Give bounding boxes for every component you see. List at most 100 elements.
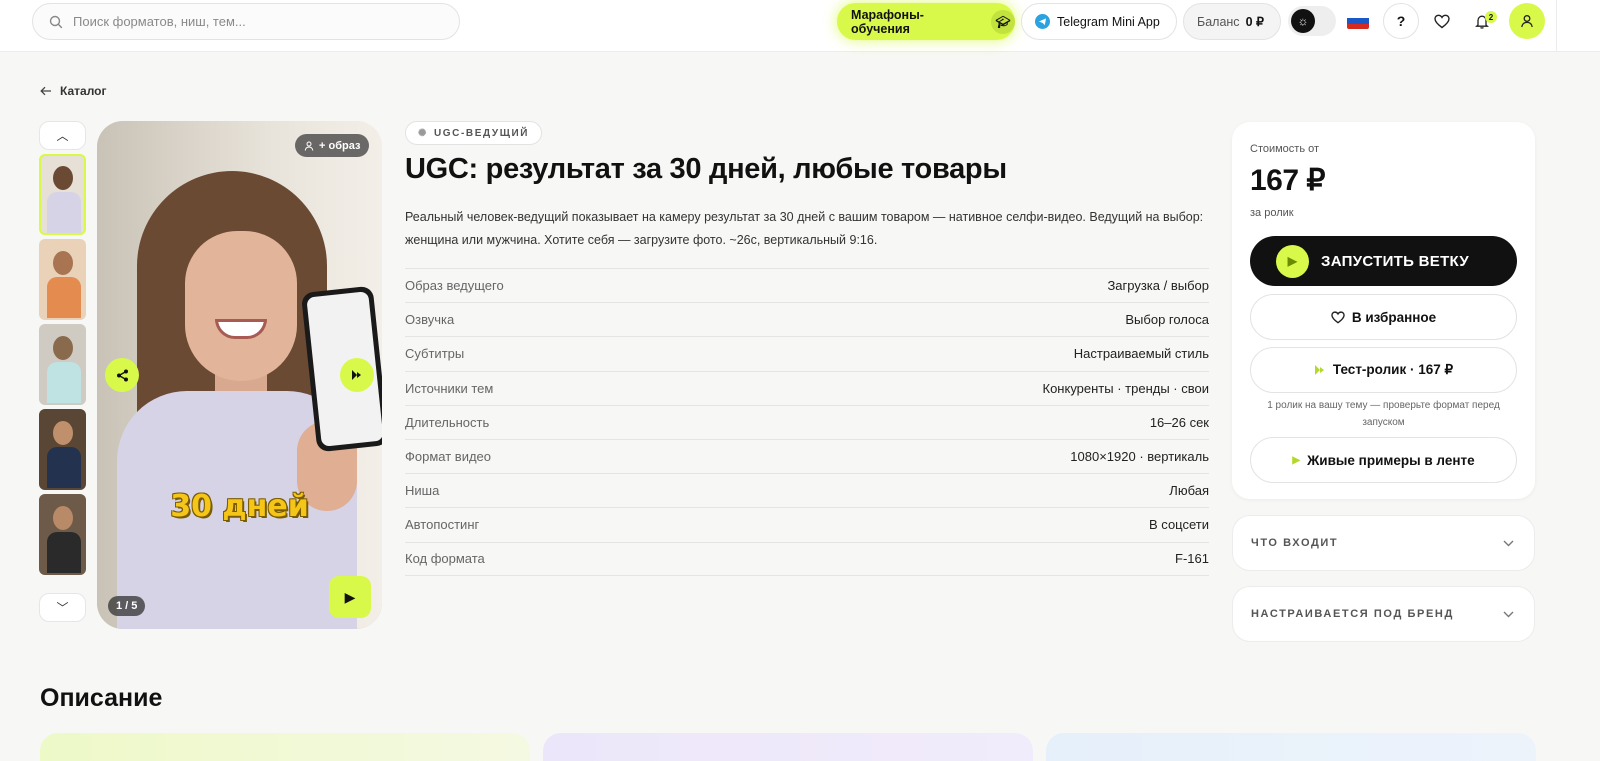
- test-video-label: Тест-ролик · 167 ₽: [1332, 362, 1454, 377]
- fast-forward-icon: [1314, 365, 1324, 375]
- description-card-2: [543, 733, 1033, 761]
- search-input[interactable]: [73, 14, 459, 29]
- description-card-1: [40, 733, 530, 761]
- spec-row: Источники тем Конкуренты · тренды · свои: [405, 370, 1210, 405]
- balance-label: Баланс: [1197, 14, 1240, 29]
- thumbnail-1[interactable]: [39, 154, 86, 235]
- price-per-label: за ролик: [1250, 207, 1294, 219]
- video-preview[interactable]: + образ 30 дней 1 / 5 ▶: [97, 121, 382, 629]
- live-examples-label: Живые примеры в ленте: [1307, 452, 1475, 468]
- spec-row: Автопостинг В соцсети: [405, 507, 1209, 541]
- test-video-note: 1 ролик на вашу тему — проверьте формат …: [1267, 400, 1500, 428]
- fast-forward-icon: [352, 370, 361, 380]
- chevron-down-icon: [1503, 540, 1514, 546]
- add-to-favorites-label: В избранное: [1351, 309, 1437, 325]
- spec-label: Код формата: [405, 551, 485, 567]
- sparkle-icon: ✺: [418, 127, 428, 139]
- thumbnail-list: ︿ ﹀: [39, 121, 86, 622]
- spec-row: Длительность 16–26 сек: [405, 404, 1209, 439]
- avatar-badge-label: + образ: [319, 139, 361, 152]
- telegram-label: Telegram Mini App: [1057, 14, 1160, 29]
- accordion-brand-label: НАСТРАИВАЕТСЯ ПОД БРЕНД: [1251, 608, 1454, 620]
- profile-button[interactable]: [1509, 3, 1545, 39]
- spec-label: Ниша: [405, 483, 440, 499]
- help-label: ?: [1396, 13, 1406, 29]
- spec-value: Любая: [1169, 483, 1209, 499]
- spec-table: Образ ведущего Загрузка / выбор Озвучка Выб…: [405, 268, 1209, 576]
- spec-label: Автопостинг: [405, 517, 480, 533]
- spec-label: Формат видео: [405, 449, 492, 465]
- balance-button[interactable]: Баланс 0 ₽: [1183, 3, 1281, 40]
- add-to-favorites-button[interactable]: В избранное: [1250, 294, 1517, 340]
- launch-branch-button[interactable]: ▶ ЗАПУСТИТЬ ВЕТКУ: [1250, 236, 1517, 286]
- price-card: Стоимость от 167 ₽ за ролик ▶ ЗАПУСТИТЬ …: [1232, 122, 1535, 499]
- search-box[interactable]: [32, 3, 460, 40]
- heart-icon: [1331, 310, 1345, 324]
- person-icon: [304, 141, 314, 151]
- price-from-label: Стоимость от: [1250, 143, 1320, 155]
- accordion-included[interactable]: ЧТО ВХОДИТ: [1232, 515, 1535, 571]
- notifications-button[interactable]: 2: [1464, 3, 1500, 39]
- description-section-title: Описание: [40, 684, 163, 712]
- telegram-mini-app-button[interactable]: Telegram Mini App: [1021, 3, 1177, 40]
- thumbnail-4[interactable]: [39, 409, 86, 490]
- video-caption: 30 дней: [170, 489, 309, 524]
- share-icon: [116, 369, 128, 381]
- spec-value: 16–26 сек: [1149, 414, 1209, 430]
- graduation-cap-icon: 🎓︎: [991, 9, 1015, 34]
- notifications-badge: 2: [1485, 11, 1497, 23]
- play-icon: ▶: [1292, 454, 1301, 466]
- thumbnail-2[interactable]: [39, 239, 86, 320]
- top-bar: Марафоны-обучения 🎓︎ Telegram Mini App Б…: [0, 0, 1600, 52]
- presenter-face: [185, 231, 297, 381]
- spec-label: Образ ведущего: [405, 278, 504, 294]
- product-description: Реальный человек-ведущий показывает на к…: [405, 210, 1204, 247]
- page-title: UGC: результат за 30 дней, любые товары: [405, 153, 1007, 185]
- spec-label: Длительность: [405, 414, 490, 430]
- spec-row: Ниша Любая: [405, 473, 1209, 507]
- spec-row: Формат видео 1080×1920 · вертикаль: [405, 438, 1209, 473]
- spec-row: Код формата F-161: [405, 541, 1209, 576]
- spec-value: В соцсети: [1149, 517, 1209, 533]
- share-button[interactable]: [105, 358, 139, 392]
- theme-toggle[interactable]: ☼: [1288, 6, 1336, 36]
- help-button[interactable]: ?: [1383, 3, 1419, 39]
- balance-value: 0 ₽: [1245, 15, 1264, 29]
- spec-value: F-161: [1175, 551, 1209, 567]
- spec-value: Настраиваемый стиль: [1073, 346, 1209, 362]
- launch-branch-label: ЗАПУСТИТЬ ВЕТКУ: [1321, 252, 1470, 270]
- arrow-left-icon: [40, 86, 51, 96]
- category-tag-label: UGC-ВЕДУЩИЙ: [433, 127, 530, 139]
- avatar-badge[interactable]: + образ: [295, 134, 370, 157]
- thumbnail-3[interactable]: [39, 324, 86, 405]
- user-icon: [1521, 15, 1533, 28]
- sun-icon: ☼: [1291, 9, 1315, 33]
- play-button[interactable]: ▶: [329, 576, 371, 618]
- search-icon: [49, 15, 63, 28]
- marathons-label: Марафоны-обучения: [851, 7, 924, 36]
- next-slide-button[interactable]: [340, 358, 374, 392]
- price-value: 167 ₽: [1250, 164, 1325, 197]
- breadcrumb[interactable]: Каталог: [40, 84, 107, 98]
- slide-counter: 1 / 5: [108, 596, 146, 616]
- spec-value: Конкуренты · тренды · свои: [1042, 380, 1210, 396]
- description-card-3: [1046, 733, 1536, 761]
- header-divider: [1556, 0, 1557, 52]
- accordion-brand[interactable]: НАСТРАИВАЕТСЯ ПОД БРЕНД: [1232, 586, 1535, 642]
- thumbnails-up-button[interactable]: ︿: [39, 121, 86, 150]
- thumbnail-5[interactable]: [39, 494, 86, 575]
- live-examples-button[interactable]: ▶ Живые примеры в ленте: [1250, 437, 1517, 483]
- breadcrumb-catalog-link[interactable]: Каталог: [60, 84, 107, 98]
- play-icon: ▶: [1276, 244, 1309, 278]
- marathons-button[interactable]: Марафоны-обучения 🎓︎: [837, 3, 1015, 40]
- language-flag-icon[interactable]: [1347, 13, 1369, 29]
- test-video-button[interactable]: Тест-ролик · 167 ₽: [1250, 347, 1517, 393]
- spec-row: Образ ведущего Загрузка / выбор: [405, 268, 1209, 302]
- spec-value: 1080×1920 · вертикаль: [1070, 449, 1209, 465]
- favorites-button[interactable]: [1424, 3, 1460, 39]
- category-tag: ✺ UGC-ВЕДУЩИЙ: [405, 121, 543, 145]
- chevron-down-icon: [1503, 611, 1514, 617]
- thumbnails-down-button[interactable]: ﹀: [39, 593, 86, 622]
- play-icon: ▶: [344, 588, 356, 605]
- telegram-icon: [1035, 14, 1050, 29]
